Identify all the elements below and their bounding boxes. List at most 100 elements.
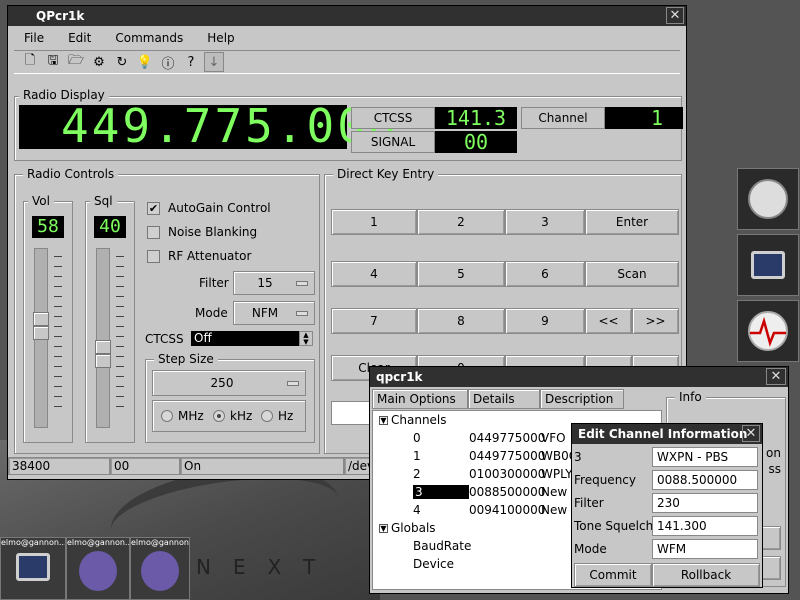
lightbulb-icon[interactable]: 💡 [135,52,155,72]
sql-label: Sql [90,194,117,208]
channel-name-input[interactable]: WXPN - PBS [652,447,758,467]
rollback-button[interactable]: Rollback [652,563,760,587]
close-button[interactable]: ✕ [666,7,684,24]
ctcss-display-value: 141.3 [435,107,517,129]
noise-blanking-checkbox[interactable]: Noise Blanking [147,225,257,239]
expand-arrow-icon[interactable]: ▼ [379,523,388,533]
channel-id: 1 [413,449,421,463]
tree-row-channel-4[interactable]: 4 0094100000 New C [413,502,579,518]
key-8[interactable]: 8 [417,308,505,334]
main-titlebar[interactable]: QPcr1k ✕ [8,6,686,26]
radio-controls-group: Radio Controls Vol 58 Sql 40 ✔ AutoGain … [14,167,320,454]
taskbar-item-1[interactable]: elmo@gannon... [0,537,66,600]
vol-slider-handle-lower[interactable] [33,326,49,340]
sql-slider-handle[interactable] [95,340,111,354]
radio-hz[interactable]: Hz [261,409,293,423]
key-5[interactable]: 5 [417,261,505,287]
channel-id: 3 [413,485,469,499]
down-arrow-icon[interactable]: ↓ [204,52,224,72]
edit-channel-dialog: Edit Channel Information ✕ 3 WXPN - PBS … [571,423,763,588]
status-power: On [180,457,344,475]
spinner-arrows-icon[interactable]: ▲ ▼ [299,331,313,346]
filter-select[interactable]: 15 [233,271,315,295]
whats-this-icon[interactable]: ? [181,52,201,72]
filter-input[interactable]: 230 [652,493,758,513]
unit-radio-group: MHz kHz Hz [152,400,306,432]
tree-row-channel-1[interactable]: 1 0449775000 WB0O3 [413,448,586,464]
app-icon [141,551,179,591]
key-3[interactable]: 3 [505,209,585,235]
channel-freq: 0088500000 [469,485,546,499]
taskbar-item-3[interactable]: elmo@gannon... [130,537,190,600]
key-9[interactable]: 9 [505,308,585,334]
dropdown-indicator-icon [296,281,308,286]
desktop-next-text: NEXT [196,555,338,579]
rf-attenuator-checkbox[interactable]: RF Attenuator [147,249,251,263]
gear-icon[interactable]: ⚙ [89,52,109,72]
tree-row-device[interactable]: Device [413,556,454,572]
mode-select[interactable]: NFM [233,301,315,325]
radio-mhz[interactable]: MHz [161,409,204,423]
dock-tile-workspace[interactable] [737,168,799,230]
ctcss-input[interactable]: Off [191,331,299,346]
tree-node-globals[interactable]: ▼ Globals [379,520,436,536]
menu-help[interactable]: Help [207,31,234,45]
scan-button[interactable]: Scan [585,261,679,287]
mode-input[interactable]: WFM [652,539,758,559]
info-button-b[interactable] [761,556,781,580]
step-down-button[interactable]: << [585,308,632,334]
menu-commands[interactable]: Commands [115,31,183,45]
refresh-icon[interactable]: ↻ [112,52,132,72]
menu-edit[interactable]: Edit [68,31,91,45]
close-button[interactable]: ✕ [742,425,760,442]
expand-arrow-icon[interactable]: ▼ [379,415,388,425]
open-folder-icon[interactable]: 🗁 [66,52,86,72]
checkmark-icon: ✔ [147,201,160,215]
frequency-input[interactable]: 0088.500000 [652,470,758,490]
key-6[interactable]: 6 [505,261,585,287]
dock-tile-terminal[interactable] [737,234,799,296]
tree-row-channel-2[interactable]: 2 0100300000 WPLY [413,466,573,482]
col-main-options[interactable]: Main Options [372,389,468,409]
vol-slider-handle[interactable] [33,312,49,326]
window-title: QPcr1k [36,9,85,23]
dock-tile-monitor[interactable] [737,300,799,362]
key-2[interactable]: 2 [417,209,505,235]
tree-node-channels[interactable]: ▼ Channels [379,412,447,428]
col-details[interactable]: Details [468,389,540,409]
tree-row-baudrate[interactable]: BaudRate [413,538,471,554]
info-button-a[interactable] [761,526,781,550]
key-7[interactable]: 7 [331,308,417,334]
sql-slider[interactable] [96,248,110,428]
channel-desc: WPLY [541,467,573,481]
autogain-checkbox[interactable]: ✔ AutoGain Control [147,201,271,215]
workspace-icon [748,179,788,219]
step-size-select[interactable]: 250 [152,370,306,396]
radio-off-icon [161,410,173,422]
commit-button[interactable]: Commit [574,563,652,587]
taskbar-label: elmo@gannon... [67,538,129,547]
enter-button[interactable]: Enter [585,209,679,235]
close-button[interactable]: ✕ [766,368,786,385]
taskbar-item-2[interactable]: elmo@gannon... [66,537,130,600]
tree-row-channel-3-selected[interactable]: 3 0088500000 New C [413,484,579,500]
info-icon[interactable]: ⓘ [158,52,178,72]
config-titlebar[interactable]: qpcr1k ✕ [370,367,788,387]
sql-slider-handle-lower[interactable] [95,354,111,368]
config-title: qpcr1k [376,370,423,384]
dropdown-indicator-icon [296,311,308,316]
menu-file[interactable]: File [24,31,44,45]
step-up-button[interactable]: >> [632,308,679,334]
col-description[interactable]: Description [540,389,624,409]
step-size-group: Step Size 250 MHz kHz Hz [145,352,315,443]
radio-khz[interactable]: kHz [213,409,252,423]
filter-value: 15 [257,276,273,290]
key-1[interactable]: 1 [331,209,417,235]
edit-dialog-titlebar[interactable]: Edit Channel Information ✕ [572,424,762,444]
key-4[interactable]: 4 [331,261,417,287]
tone-squelch-input[interactable]: 141.300 [652,516,758,536]
tree-row-channel-0[interactable]: 0 0449775000 VFO [413,430,566,446]
new-file-icon[interactable]: 🗋 [20,52,40,72]
save-icon[interactable]: 🖫 [43,52,63,72]
sql-ticks [116,256,124,416]
